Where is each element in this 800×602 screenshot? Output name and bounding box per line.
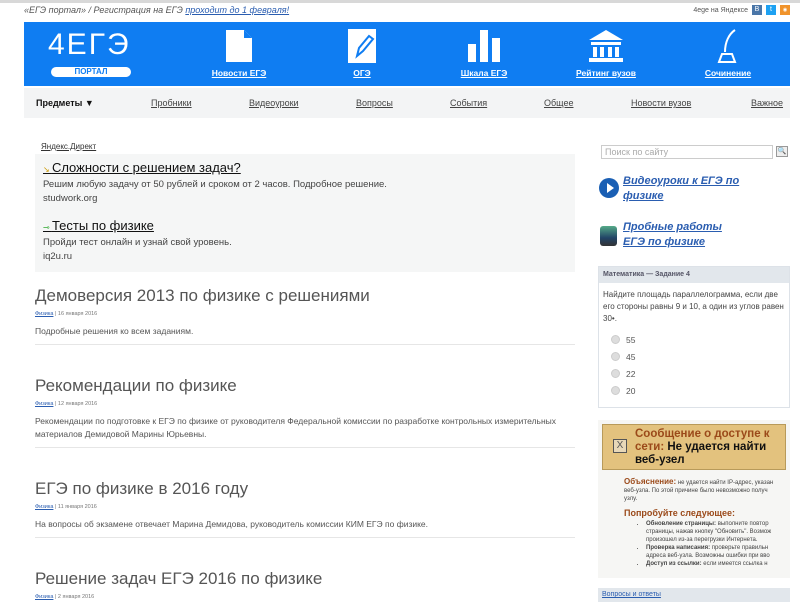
twitter-icon[interactable]: t <box>766 5 776 15</box>
ad-icon: ⊸ <box>43 223 52 232</box>
post-title[interactable]: Рекомендации по физике <box>35 376 575 396</box>
post-date: | 12 января 2016 <box>53 401 98 407</box>
post-item: ЕГЭ по физике в 2016 году Физика | 11 ян… <box>35 479 575 538</box>
nav-item-university-news[interactable]: Новости вузов <box>631 98 691 108</box>
registration-link[interactable]: проходит до 1 февраля! <box>185 5 289 15</box>
header: 4ЕГЭ ПОРТАЛ Новости ЕГЭ ОГЭ Шкала ЕГЭ Ре… <box>24 22 790 86</box>
quiz-widget: Математика — Задание 4 Найдите площадь п… <box>598 266 790 408</box>
quiz-option[interactable]: 20 <box>611 382 789 399</box>
practice-tests-link[interactable]: Пробные работы ЕГЭ по физике <box>623 220 743 250</box>
search-icon: 🔍 <box>777 148 787 155</box>
post-item: Решение задач ЕГЭ 2016 по физике Физика … <box>35 569 575 600</box>
video-lessons-link[interactable]: Видеоуроки к ЕГЭ по физике <box>623 174 743 204</box>
nav-item-probniki[interactable]: Пробники <box>151 98 192 108</box>
network-error-frame: X Сообщение о доступе к сети: Не удается… <box>598 420 790 578</box>
nav-subjects-dropdown[interactable]: Предметы ▼ <box>36 98 94 108</box>
nav-item-videouroki[interactable]: Видеоуроки <box>249 98 299 108</box>
post-category[interactable]: Физика <box>35 594 53 600</box>
option-label: 20 <box>626 385 636 396</box>
post-date: | 11 января 2016 <box>53 504 97 510</box>
ad-item[interactable]: ↘ Сложности с решением задач? Решим любу… <box>43 160 387 204</box>
post-category[interactable]: Физика <box>35 311 53 317</box>
nav-item-vazhnoe[interactable]: Важное <box>751 98 783 108</box>
ads-label[interactable]: Яндекс.Директ <box>41 142 96 151</box>
battery-icon <box>600 226 617 246</box>
ad-title[interactable]: Тесты по физике <box>52 218 154 233</box>
quiz-option[interactable]: 22 <box>611 365 789 382</box>
top-border <box>0 0 800 3</box>
university-icon <box>561 28 651 64</box>
post-date: | 2 января 2016 <box>53 594 95 600</box>
explanation-text: веб-узла. По этой причине было невозможн… <box>624 488 768 494</box>
post-title[interactable]: ЕГЭ по физике в 2016 году <box>35 479 575 499</box>
explanation-heading: Объяснение: <box>624 477 677 486</box>
ad-url[interactable]: studwork.org <box>43 193 387 204</box>
error-x-icon: X <box>613 439 627 453</box>
post-excerpt: На вопросы об экзамене отвечает Марина Д… <box>35 519 428 529</box>
post-title[interactable]: Демоверсия 2013 по физике с решениями <box>35 286 575 306</box>
option-label: 45 <box>626 351 636 362</box>
post-item: Рекомендации по физике Физика | 12 январ… <box>35 376 575 448</box>
header-item-scale[interactable]: Шкала ЕГЭ <box>439 28 529 78</box>
post-excerpt: Рекомендации по подготовке к ЕГЭ по физи… <box>35 416 557 439</box>
post-category[interactable]: Физика <box>35 504 53 510</box>
logo-portal-badge[interactable]: ПОРТАЛ <box>51 67 131 77</box>
play-icon <box>599 178 619 198</box>
header-item-ranking[interactable]: Рейтинг вузов <box>561 28 651 78</box>
radio-button[interactable] <box>611 386 620 395</box>
ad-item[interactable]: ⊸ Тесты по физике Пройди тест онлайн и у… <box>43 218 232 262</box>
radio-button[interactable] <box>611 335 620 344</box>
quill-icon <box>683 28 773 64</box>
quiz-header: Математика — Задание 4 <box>599 267 789 283</box>
post-category[interactable]: Физика <box>35 401 53 407</box>
try-heading: Попробуйте следующее: <box>624 508 736 518</box>
option-label: 55 <box>626 334 636 345</box>
ad-description: Решим любую задачу от 50 рублей и сроком… <box>43 179 387 190</box>
nav-item-obshchee[interactable]: Общее <box>544 98 573 108</box>
top-bar: «ЕГЭ портал» / Регистрация на ЕГЭ проход… <box>24 5 790 21</box>
post-item: Демоверсия 2013 по физике с решениями Фи… <box>35 286 575 345</box>
quiz-question: Найдите площадь параллелограмма, если дв… <box>603 290 784 323</box>
header-item-oge[interactable]: ОГЭ <box>317 28 407 78</box>
vk-icon[interactable]: В <box>752 5 762 15</box>
ad-icon: ↘ <box>43 165 52 174</box>
pencil-icon <box>317 28 407 64</box>
option-label: 22 <box>626 368 636 379</box>
explanation-text: не удается найти IP-адрес, указан <box>677 480 774 486</box>
tip-item: Доступ из ссылки: если имеется ссылка н <box>646 560 790 568</box>
quiz-option[interactable]: 45 <box>611 348 789 365</box>
header-item-essay[interactable]: Сочинение <box>683 28 773 78</box>
post-title[interactable]: Решение задач ЕГЭ 2016 по физике <box>35 569 575 589</box>
tagline: «ЕГЭ портал» / Регистрация на ЕГЭ <box>24 5 186 15</box>
yandex-direct-ads: Яндекс.Директ ↘ Сложности с решением зад… <box>35 140 575 272</box>
post-date: | 16 января 2016 <box>53 311 98 317</box>
nav-item-voprosy[interactable]: Вопросы <box>356 98 393 108</box>
nav-item-sobytiya[interactable]: События <box>450 98 487 108</box>
explanation-text: узлу. <box>624 496 638 502</box>
main-nav: Предметы ▼ Пробники Видеоуроки Вопросы С… <box>24 88 790 118</box>
rss-icon[interactable]: ◉ <box>780 5 790 15</box>
search-button[interactable]: 🔍 <box>776 146 788 157</box>
ad-url[interactable]: iq2u.ru <box>43 251 232 262</box>
post-excerpt: Подробные решения ко всем заданиям. <box>35 326 194 336</box>
document-icon <box>194 28 284 64</box>
tip-item: Проверка написания: проверьте правильнад… <box>646 544 790 560</box>
radio-button[interactable] <box>611 369 620 378</box>
search-input[interactable]: Поиск по сайту <box>601 145 773 159</box>
ad-title[interactable]: Сложности с решением задач? <box>52 160 241 175</box>
yandex-link[interactable]: 4ege на Яндексе <box>693 7 748 14</box>
ad-description: Пройди тест онлайн и узнай свой уровень. <box>43 237 232 248</box>
quiz-option[interactable]: 55 <box>611 331 789 348</box>
logo[interactable]: 4ЕГЭ <box>48 28 131 62</box>
tip-item: Обновление страницы: выполните повторстр… <box>646 520 790 544</box>
radio-button[interactable] <box>611 352 620 361</box>
bar-chart-icon <box>439 28 529 64</box>
header-item-news[interactable]: Новости ЕГЭ <box>194 28 284 78</box>
